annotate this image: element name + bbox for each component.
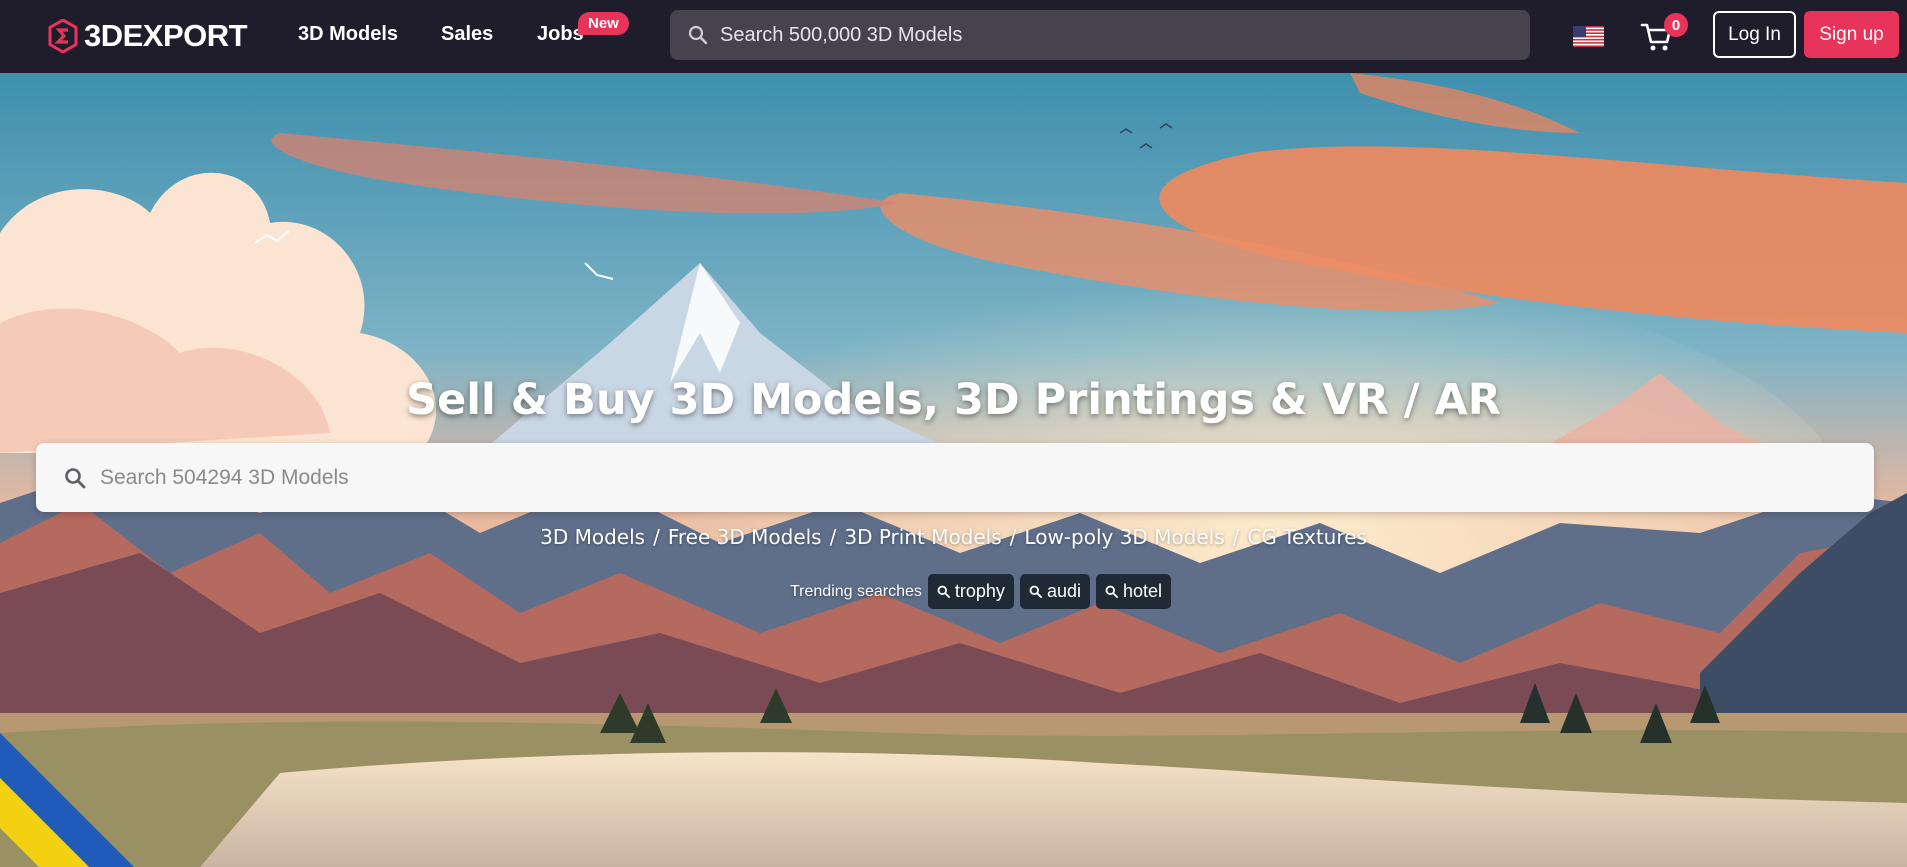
nav-link-3d-models[interactable]: 3D Models [298, 23, 398, 46]
signup-button[interactable]: Sign up [1804, 11, 1899, 58]
logo-text: 3DEXPORT [84, 18, 248, 53]
nav-link-sales[interactable]: Sales [441, 23, 493, 46]
us-flag-icon[interactable] [1573, 26, 1604, 47]
trending-searches: Trending searches trophy audi hotel [0, 574, 1907, 609]
site-logo[interactable]: 3DEXPORT [48, 18, 248, 54]
search-icon [937, 585, 950, 598]
search-icon [688, 25, 708, 45]
nav-search-bar [670, 10, 1530, 60]
nav-search-input[interactable] [720, 23, 1500, 47]
hero-title: Sell & Buy 3D Models, 3D Printings & VR … [406, 375, 1501, 425]
trending-tag-hotel[interactable]: hotel [1095, 574, 1172, 609]
trending-tag-trophy[interactable]: trophy [927, 574, 1014, 609]
category-link-free-3d-models[interactable]: Free 3D Models [668, 525, 822, 549]
trending-label: Trending searches [789, 582, 922, 600]
trending-tag-label: hotel [1122, 581, 1163, 601]
category-link-3d-print-models[interactable]: 3D Print Models [844, 525, 1001, 549]
category-link-cg-textures[interactable]: CG Textures [1247, 525, 1366, 549]
hero-section: Sell & Buy 3D Models, 3D Printings & VR … [0, 73, 1907, 867]
category-links: 3D Models / Free 3D Models / 3D Print Models… [0, 525, 1907, 549]
search-icon [65, 467, 86, 488]
new-badge: New [578, 12, 629, 35]
category-separator: / [653, 525, 660, 549]
ukraine-ribbon[interactable] [0, 733, 140, 867]
login-button[interactable]: Log In [1713, 11, 1796, 58]
hero-search-input[interactable] [100, 465, 1820, 490]
category-link-3d-models[interactable]: 3D Models [540, 525, 645, 549]
search-icon [1105, 585, 1118, 598]
trending-tag-label: trophy [954, 581, 1005, 601]
hero-search-bar [36, 443, 1874, 512]
trending-tag-audi[interactable]: audi [1019, 574, 1090, 609]
search-icon [1029, 585, 1042, 598]
cart-count-badge: 0 [1664, 13, 1688, 37]
nav-link-jobs[interactable]: Jobs [537, 23, 584, 46]
logo-icon [48, 19, 78, 53]
category-link-low-poly-3d-models[interactable]: Low-poly 3D Models [1024, 525, 1224, 549]
category-separator: / [829, 525, 837, 549]
category-separator: / [1232, 525, 1240, 549]
trending-tag-label: audi [1046, 581, 1081, 601]
top-navbar: 3DEXPORT 3D Models Sales Jobs New Search… [0, 0, 1907, 73]
category-separator: / [1009, 525, 1017, 549]
